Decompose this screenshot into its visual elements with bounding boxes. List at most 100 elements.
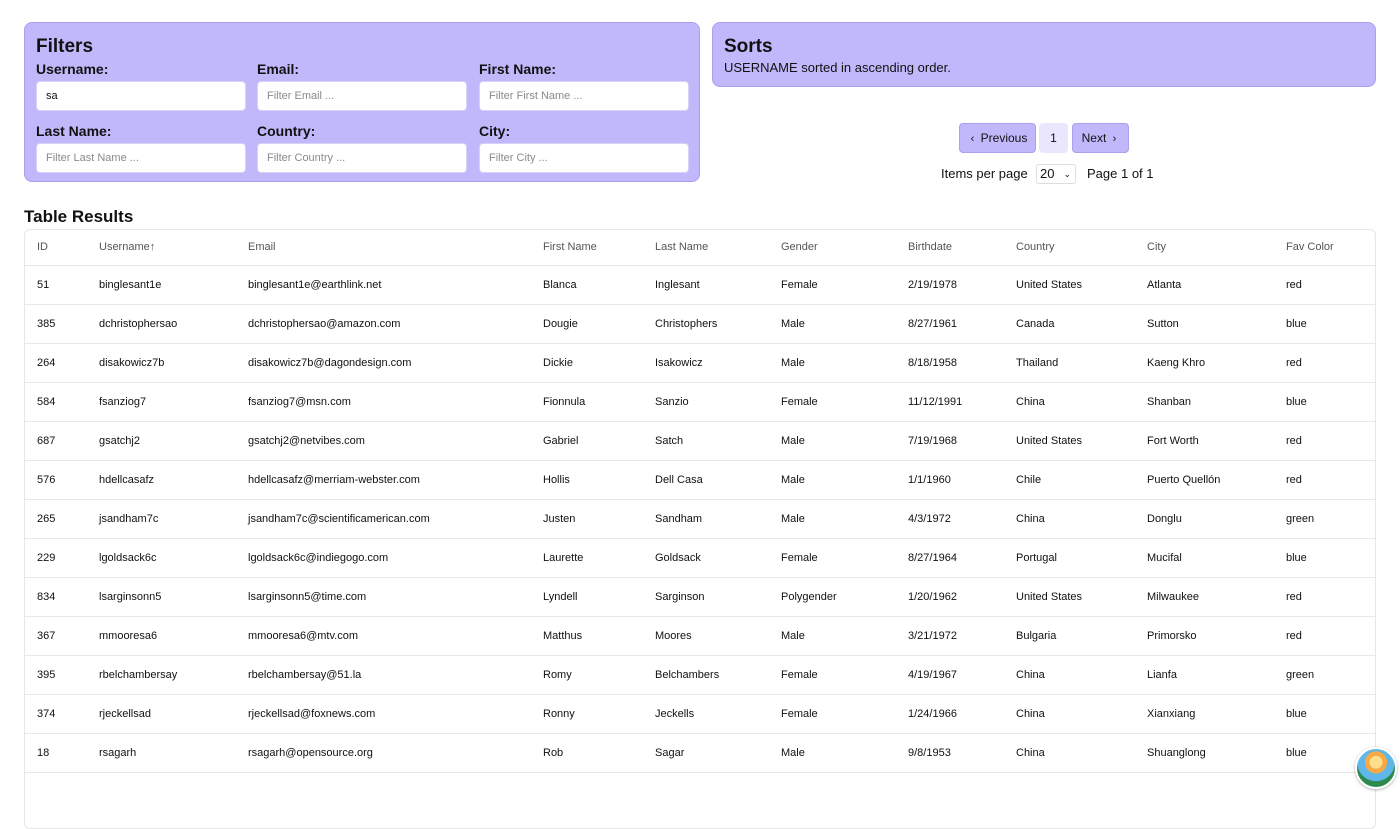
next-button[interactable]: Next › bbox=[1072, 123, 1129, 153]
cell-id: 18 bbox=[25, 733, 87, 773]
cell-city: Fort Worth bbox=[1135, 421, 1274, 461]
cell-country: United States bbox=[1004, 577, 1135, 617]
previous-label: Previous bbox=[980, 131, 1028, 145]
table-body: 51 binglesant1e binglesant1e@earthlink.net… bbox=[25, 265, 1375, 773]
cell-email: dchristophersao@amazon.com bbox=[236, 304, 531, 344]
cell-email: mmooresa6@mtv.com bbox=[236, 616, 531, 656]
page-number-button[interactable]: 1 bbox=[1039, 123, 1068, 153]
table-results-title: Table Results bbox=[24, 207, 134, 226]
table-row[interactable]: 576 hdellcasafz hdellcasafz@merriam-webste… bbox=[25, 460, 1375, 500]
filters-title: Filters bbox=[36, 36, 94, 57]
cell-last-name: Isakowicz bbox=[643, 343, 769, 383]
cell-first-name: Blanca bbox=[531, 265, 643, 305]
cell-birthdate: 1/1/1960 bbox=[896, 460, 1004, 500]
column-header-last-name[interactable]: Last Name bbox=[643, 230, 769, 266]
table-header-row: ID Username↑ Email First Name Last Name Gende… bbox=[25, 230, 1375, 266]
cell-birthdate: 11/12/1991 bbox=[896, 382, 1004, 422]
cell-city: Atlanta bbox=[1135, 265, 1274, 305]
table-row[interactable]: 584 fsanziog7 fsanziog7@msn.com Fionnula San… bbox=[25, 382, 1375, 422]
cell-birthdate: 8/27/1961 bbox=[896, 304, 1004, 344]
cell-id: 51 bbox=[25, 265, 87, 305]
username-filter: Username: bbox=[36, 61, 246, 111]
cell-last-name: Christophers bbox=[643, 304, 769, 344]
cell-city: Puerto Quellón bbox=[1135, 460, 1274, 500]
cell-gender: Male bbox=[769, 304, 896, 344]
country-input[interactable] bbox=[257, 143, 467, 173]
cell-first-name: Dickie bbox=[531, 343, 643, 383]
table-row[interactable]: 834 lsarginsonn5 lsarginsonn5@time.com Lynd… bbox=[25, 577, 1375, 617]
cell-last-name: Jeckells bbox=[643, 694, 769, 734]
column-header-id[interactable]: ID bbox=[25, 230, 87, 266]
cell-fav-color: red bbox=[1274, 421, 1375, 461]
cell-city: Sutton bbox=[1135, 304, 1274, 344]
table-row[interactable]: 264 disakowicz7b disakowicz7b@dagondesign.… bbox=[25, 343, 1375, 383]
cell-birthdate: 4/3/1972 bbox=[896, 499, 1004, 539]
table-row[interactable]: 51 binglesant1e binglesant1e@earthlink.net… bbox=[25, 265, 1375, 305]
cell-country: Portugal bbox=[1004, 538, 1135, 578]
column-header-birthdate[interactable]: Birthdate bbox=[896, 230, 1004, 266]
cell-username: mmooresa6 bbox=[87, 616, 236, 656]
chevron-right-icon: › bbox=[1112, 133, 1117, 145]
cell-email: hdellcasafz@merriam-webster.com bbox=[236, 460, 531, 500]
last-name-input[interactable] bbox=[36, 143, 246, 173]
cell-last-name: Dell Casa bbox=[643, 460, 769, 500]
cell-gender: Male bbox=[769, 421, 896, 461]
items-per-page-select[interactable]: 20 ⌄ bbox=[1036, 164, 1076, 184]
cell-id: 687 bbox=[25, 421, 87, 461]
email-input[interactable] bbox=[257, 81, 467, 111]
cell-id: 264 bbox=[25, 343, 87, 383]
cell-id: 395 bbox=[25, 655, 87, 695]
cell-gender: Polygender bbox=[769, 577, 896, 617]
table-row[interactable]: 374 rjeckellsad rjeckellsad@foxnews.com Ron… bbox=[25, 694, 1375, 734]
previous-button[interactable]: ‹ Previous bbox=[959, 123, 1036, 153]
city-label: City: bbox=[479, 123, 511, 139]
cell-last-name: Satch bbox=[643, 421, 769, 461]
cell-city: Primorsko bbox=[1135, 616, 1274, 656]
cell-gender: Female bbox=[769, 265, 896, 305]
column-header-city[interactable]: City bbox=[1135, 230, 1274, 266]
column-header-first-name[interactable]: First Name bbox=[531, 230, 643, 266]
cell-fav-color: green bbox=[1274, 499, 1375, 539]
cell-gender: Female bbox=[769, 382, 896, 422]
table-row[interactable]: 687 gsatchj2 gsatchj2@netvibes.com Gabriel S… bbox=[25, 421, 1375, 461]
cell-email: rjeckellsad@foxnews.com bbox=[236, 694, 531, 734]
table-row[interactable]: 367 mmooresa6 mmooresa6@mtv.com Matthus Moor… bbox=[25, 616, 1375, 656]
column-header-fav-color[interactable]: Fav Color bbox=[1274, 230, 1375, 266]
cell-username: rjeckellsad bbox=[87, 694, 236, 734]
cell-city: Lianfa bbox=[1135, 655, 1274, 695]
table-row[interactable]: 265 jsandham7c jsandham7c@scientificameric… bbox=[25, 499, 1375, 539]
column-header-country[interactable]: Country bbox=[1004, 230, 1135, 266]
city-filter: City: bbox=[479, 123, 689, 173]
cell-birthdate: 8/18/1958 bbox=[896, 343, 1004, 383]
cell-first-name: Hollis bbox=[531, 460, 643, 500]
cell-fav-color: red bbox=[1274, 265, 1375, 305]
cell-country: United States bbox=[1004, 421, 1135, 461]
table-row[interactable]: 229 lgoldsack6c lgoldsack6c@indiegogo.com L… bbox=[25, 538, 1375, 578]
cell-last-name: Inglesant bbox=[643, 265, 769, 305]
city-input[interactable] bbox=[479, 143, 689, 173]
cell-fav-color: blue bbox=[1274, 538, 1375, 578]
column-header-email[interactable]: Email bbox=[236, 230, 531, 266]
cell-fav-color: green bbox=[1274, 655, 1375, 695]
chevron-down-icon: ⌄ bbox=[1063, 169, 1071, 179]
items-per-page-label: Items per page bbox=[941, 166, 1028, 181]
cell-city: Milwaukee bbox=[1135, 577, 1274, 617]
cell-email: disakowicz7b@dagondesign.com bbox=[236, 343, 531, 383]
items-per-page-value: 20 bbox=[1040, 166, 1055, 181]
cell-last-name: Sagar bbox=[643, 733, 769, 773]
cell-username: dchristophersao bbox=[87, 304, 236, 344]
table-row[interactable]: 385 dchristophersao dchristophersao@amazon… bbox=[25, 304, 1375, 344]
country-label: Country: bbox=[257, 123, 316, 139]
cell-city: Donglu bbox=[1135, 499, 1274, 539]
first-name-input[interactable] bbox=[479, 81, 689, 111]
cell-city: Xianxiang bbox=[1135, 694, 1274, 734]
table-row[interactable]: 18 rsagarh rsagarh@opensource.org Rob Sagar M… bbox=[25, 733, 1375, 773]
table-row[interactable]: 395 rbelchambersay rbelchambersay@51.la Rom… bbox=[25, 655, 1375, 695]
column-header-gender[interactable]: Gender bbox=[769, 230, 896, 266]
cell-id: 374 bbox=[25, 694, 87, 734]
cell-city: Shuanglong bbox=[1135, 733, 1274, 773]
column-header-username[interactable]: Username↑ bbox=[87, 230, 236, 266]
avatar[interactable] bbox=[1355, 747, 1397, 789]
username-input[interactable] bbox=[36, 81, 246, 111]
cell-last-name: Belchambers bbox=[643, 655, 769, 695]
